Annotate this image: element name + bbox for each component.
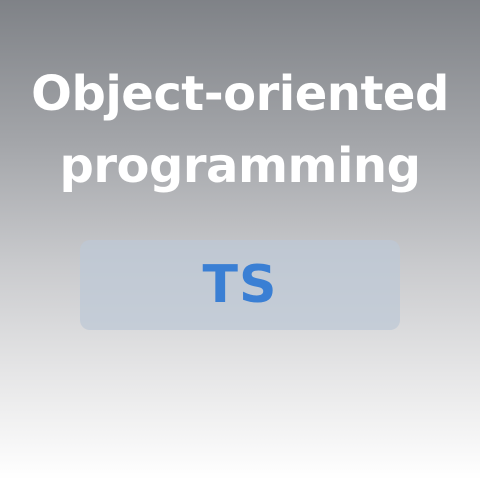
language-badge-label: TS xyxy=(202,255,278,315)
title-line-1: Object-oriented xyxy=(31,66,449,122)
title-line-2: programming xyxy=(59,138,421,194)
page-title: Object-oriented programming xyxy=(0,58,480,202)
language-badge: TS xyxy=(80,240,400,330)
